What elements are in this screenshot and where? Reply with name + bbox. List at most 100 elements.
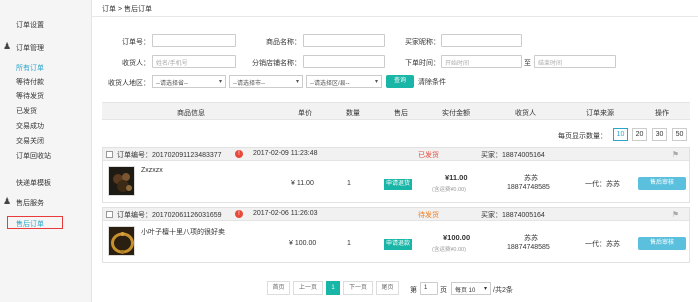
sidebar-item-all-orders[interactable]: 所有订单 (16, 63, 44, 73)
order-no-input[interactable] (152, 34, 236, 47)
buyer-nick-input[interactable] (441, 34, 522, 47)
order-checkbox[interactable] (106, 151, 113, 158)
col-order-source: 订单来源 (586, 110, 614, 117)
person-icon: ♟ (3, 41, 12, 51)
order-row: 订单编号：201702061126031659 ! 2017-02-06 11:… (102, 207, 690, 263)
sidebar: 订单设置 ♟ 订单管理 所有订单 等待付款 等待发货 已发货 交易成功 交易关闭… (0, 0, 92, 302)
recipient-input[interactable]: 姓名/手机号 (152, 55, 236, 68)
product-name[interactable]: Zxzxzx (141, 167, 163, 174)
aftersale-status[interactable]: 申请退货 (384, 179, 413, 190)
table-header: 商品信息 单价 数量 售后 实付金额 收货人 订单来源 操作 (102, 102, 690, 120)
last-page-button[interactable]: 尾页 (376, 281, 399, 295)
per-page-select[interactable]: 每页 10 ▾ (451, 282, 491, 295)
start-time-input[interactable]: 开始时间 (441, 55, 522, 68)
chevron-down-icon: ▾ (483, 286, 487, 292)
order-row: 订单编号：201702091123483377 ! 2017-02-09 11:… (102, 147, 690, 203)
order-time-label: 下单时间： (405, 60, 440, 67)
col-receiver: 收货人 (515, 110, 536, 117)
warning-icon: ! (235, 150, 243, 158)
order-status: 待发货 (418, 212, 439, 219)
receiver-name: 苏苏 (524, 175, 538, 182)
shipping-fee: (含运费¥0.00) (432, 247, 466, 253)
order-header: 订单编号：201702091123483377 ! 2017-02-09 11:… (103, 148, 689, 161)
order-status: 已发货 (418, 152, 439, 159)
receiver-phone: 18874748585 (507, 184, 550, 191)
city-select[interactable]: --请选择市-- ▾ (229, 75, 303, 88)
store-name-input[interactable] (303, 55, 385, 68)
sidebar-item-aftersale-orders[interactable]: 售后订单 (16, 219, 44, 229)
col-action: 操作 (655, 110, 669, 117)
province-select[interactable]: --请选择省-- ▾ (152, 75, 226, 88)
flag-icon[interactable]: ⚑ (672, 150, 679, 159)
flag-icon[interactable]: ⚑ (672, 210, 679, 219)
chevron-down-icon: ▾ (374, 79, 378, 85)
order-source: 一代：苏苏 (585, 241, 620, 248)
per-page-10[interactable]: 10 (613, 128, 628, 141)
col-aftersale: 售后 (394, 110, 408, 117)
service-icon: ♟ (3, 196, 12, 206)
goto-page-input[interactable]: 1 (420, 282, 438, 295)
goto-prefix: 第 (410, 287, 417, 294)
product-name-input[interactable] (303, 34, 385, 47)
sidebar-item-recycle-bin[interactable]: 订单回收站 (16, 151, 51, 161)
sidebar-item-shipped[interactable]: 已发货 (16, 106, 37, 116)
product-name-label: 商品名称： (266, 39, 301, 46)
col-quantity: 数量 (346, 110, 360, 117)
page-1-button[interactable]: 1 (326, 281, 340, 295)
sidebar-order-management[interactable]: 订单管理 (16, 43, 44, 53)
next-page-button[interactable]: 下一页 (343, 281, 373, 295)
sidebar-express-template[interactable]: 快递单模板 (16, 178, 51, 188)
product-thumbnail[interactable] (108, 226, 135, 256)
order-time: 2017-02-06 11:26:03 (253, 210, 318, 217)
paid-amount: ¥100.00 (443, 233, 471, 242)
first-page-button[interactable]: 首页 (267, 281, 290, 295)
order-header: 订单编号：201702061126031659 ! 2017-02-06 11:… (103, 208, 689, 221)
query-button[interactable]: 查询 (386, 75, 414, 88)
per-page-select-value: 每页 10 (455, 288, 476, 294)
district-select[interactable]: --请选择区/县-- ▾ (306, 75, 382, 88)
order-source: 一代：苏苏 (585, 181, 620, 188)
per-page-30[interactable]: 30 (652, 128, 667, 141)
end-time-input[interactable]: 结束时间 (534, 55, 616, 68)
product-name[interactable]: 小叶子檀十里八项的很好卖 (141, 227, 225, 237)
main-content: 订单 > 售后订单 订单号： 商品名称： 买家昵称： 收货人： 姓名/手机号 分… (92, 0, 698, 302)
col-unit-price: 单价 (298, 110, 312, 117)
shipping-fee: (含运费¥0.00) (432, 187, 466, 193)
sidebar-aftersale-service[interactable]: 售后服务 (16, 198, 44, 208)
breadcrumb: 订单 > 售后订单 (102, 6, 152, 13)
sidebar-item-completed[interactable]: 交易成功 (16, 121, 44, 131)
sidebar-order-settings[interactable]: 订单设置 (16, 20, 44, 30)
per-page-20[interactable]: 20 (632, 128, 647, 141)
chevron-down-icon: ▾ (218, 79, 222, 85)
quantity: 1 (347, 240, 351, 247)
buyer-nick-label: 买家昵称： (405, 39, 440, 46)
province-select-value: --请选择省-- (156, 81, 188, 87)
clear-conditions-link[interactable]: 清除条件 (418, 77, 446, 87)
aftersale-status[interactable]: 申请退款 (384, 239, 413, 250)
aftersale-review-button[interactable]: 售后审核 (638, 177, 686, 190)
order-time: 2017-02-09 11:23:48 (253, 150, 318, 157)
chevron-down-icon: ▾ (295, 79, 299, 85)
total-count: /共2条 (493, 287, 513, 294)
sidebar-item-closed[interactable]: 交易关闭 (16, 136, 44, 146)
product-thumbnail[interactable] (108, 166, 135, 196)
district-select-value: --请选择区/县-- (310, 81, 350, 87)
per-page-50[interactable]: 50 (672, 128, 687, 141)
quantity: 1 (347, 180, 351, 187)
warning-icon: ! (235, 210, 243, 218)
receiver-name: 苏苏 (524, 235, 538, 242)
col-paid-amount: 实付金额 (442, 110, 470, 117)
recipient-label: 收货人： (122, 60, 150, 67)
aftersale-review-button[interactable]: 售后审核 (638, 237, 686, 250)
sidebar-item-awaiting-payment[interactable]: 等待付款 (16, 77, 44, 87)
order-checkbox[interactable] (106, 211, 113, 218)
goto-suffix: 页 (440, 287, 447, 294)
divider (92, 16, 698, 17)
city-select-value: --请选择市-- (233, 81, 265, 87)
to-label: 至 (524, 60, 531, 67)
paid-amount: ¥11.00 (445, 173, 468, 182)
per-page-label: 每页显示数量： (558, 133, 607, 140)
buyer-info: 买家：18874005164 (481, 212, 545, 219)
prev-page-button[interactable]: 上一页 (293, 281, 323, 295)
sidebar-item-awaiting-shipment[interactable]: 等待发货 (16, 91, 44, 101)
